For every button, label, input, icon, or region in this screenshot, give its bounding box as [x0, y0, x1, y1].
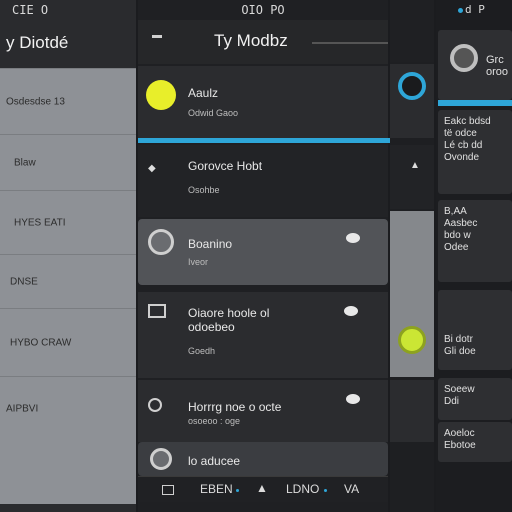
rail-segment	[390, 145, 434, 209]
right-card-line: B,AA	[444, 206, 467, 217]
right-card-line: Aasbec	[444, 218, 478, 229]
bottom-nav-item[interactable]: EBEN	[200, 482, 233, 496]
left-list-item-label: AIPBVI	[6, 403, 39, 414]
page-title: Ty Modbz	[214, 31, 288, 50]
right-card[interactable]: B,AA Aasbec bdo w Odee	[438, 200, 512, 282]
eye-icon[interactable]	[346, 233, 360, 243]
left-list-item[interactable]: HYES EATI	[0, 190, 136, 254]
left-list: Osdesdse 13 Blaw HYES EATI DNSE HYBO CRA…	[0, 68, 136, 504]
list-card[interactable]: lo aducee	[138, 442, 388, 476]
left-panel: CIE O y Diotdé Osdesdse 13 Blaw HYES EAT…	[0, 0, 136, 512]
lime-indicator-icon[interactable]	[398, 326, 426, 354]
card-title: Boanino	[188, 237, 233, 251]
right-card-line: Lé cb dd	[444, 140, 483, 151]
image-icon	[148, 304, 166, 318]
right-status-text: d P	[465, 3, 485, 16]
bottom-nav-item[interactable]: VA	[344, 482, 359, 496]
card-subtitle: Iveor	[188, 257, 209, 267]
left-list-item-label: HYBO CRAW	[10, 337, 72, 348]
right-card-line: Gli doe	[444, 346, 476, 357]
profile-icon	[450, 44, 478, 72]
eye-icon[interactable]	[346, 394, 360, 404]
bottom-nav-item[interactable]: LDNO	[286, 482, 319, 496]
left-app-title: y Diotdé	[6, 33, 69, 52]
accent-divider	[138, 138, 390, 143]
right-card-line: Ddi	[444, 396, 460, 407]
list-card[interactable]: Oiaore hoole ol odoebeo Goedh	[138, 292, 388, 378]
nav-dot	[324, 489, 327, 492]
card-title: Oiaore hoole ol	[188, 306, 270, 320]
left-list-item[interactable]: DNSE	[0, 254, 136, 308]
list-card[interactable]: ◆ Gorovce Hobt Osohbe	[138, 145, 388, 217]
window-icon[interactable]	[162, 485, 174, 495]
app-screen: CIE O y Diotdé Osdesdse 13 Blaw HYES EAT…	[0, 0, 512, 512]
profile-card[interactable]: Grc oroo	[438, 30, 512, 100]
right-card-line: Ovonde	[444, 152, 480, 163]
diamond-icon: ◆	[148, 163, 156, 174]
left-list-item-label: Blaw	[14, 157, 36, 168]
link-icon	[148, 398, 162, 412]
left-status-bar: CIE O	[12, 3, 49, 17]
right-card-line: Soeew	[444, 384, 475, 395]
card-subtitle: Goedh	[188, 346, 216, 356]
up-arrow-icon[interactable]: ▲	[256, 481, 268, 495]
right-status-bar: d P	[436, 0, 512, 20]
round-avatar-icon	[148, 229, 174, 255]
yellow-avatar-icon	[146, 80, 176, 110]
card-title: Aaulz	[188, 86, 219, 100]
left-list-item[interactable]: AIPBVI	[0, 376, 136, 440]
left-list-item[interactable]: HYBO CRAW	[0, 308, 136, 376]
nav-dot	[236, 489, 239, 492]
rail-segment	[390, 380, 434, 442]
side-rail: ▲	[390, 0, 434, 512]
right-card-line: Odee	[444, 242, 469, 253]
wifi-icon	[458, 8, 463, 13]
round-avatar-icon	[150, 448, 172, 470]
main-panel: OIO PO Ty Modbz Aaulz Odwid Gaoo ◆ Gorov…	[138, 0, 388, 512]
rail-segment	[390, 0, 434, 62]
card-subtitle: Odwid Gaoo	[188, 108, 239, 118]
left-list-item-label: Osdesdse 13	[6, 96, 65, 107]
right-card-line: Aoeloc	[444, 428, 475, 439]
app-bar-divider	[312, 42, 388, 44]
left-list-item[interactable]: Blaw	[0, 134, 136, 190]
card-subtitle: Osohbe	[188, 185, 220, 195]
right-card-line: Ebotoe	[444, 440, 476, 451]
right-card[interactable]: Eakc bdsd të odce Lé cb dd Ovonde	[438, 110, 512, 194]
list-card-selected[interactable]: Boanino Iveor	[138, 219, 388, 285]
drop-icon: ▲	[410, 160, 420, 171]
main-app-bar: Ty Modbz	[138, 20, 388, 64]
list-card[interactable]: Aaulz Odwid Gaoo	[138, 66, 388, 138]
menu-icon[interactable]	[152, 35, 162, 38]
right-card-line: bdo w	[444, 230, 471, 241]
left-list-item-label: DNSE	[10, 276, 38, 287]
right-card[interactable]: Bi dotr Gli doe	[438, 290, 512, 370]
right-card-line: Eakc bdsd	[444, 116, 491, 127]
card-title: Horrrg noe o octe	[188, 400, 282, 414]
right-panel: d P Grc oroo Eakc bdsd të odce Lé cb dd …	[436, 0, 512, 512]
main-status-bar: OIO PO	[241, 3, 285, 17]
card-subtitle: osoeoo : oge	[188, 416, 241, 426]
right-card[interactable]: Aoeloc Ebotoe	[438, 422, 512, 462]
right-card[interactable]: Soeew Ddi	[438, 378, 512, 420]
eye-icon[interactable]	[344, 306, 358, 316]
bottom-nav: EBEN ▲ LDNO VA	[138, 476, 388, 502]
right-accent	[438, 100, 512, 106]
card-title-line2: odoebeo	[188, 320, 235, 334]
ring-toggle-icon[interactable]	[398, 72, 426, 100]
card-title: Gorovce Hobt	[188, 159, 263, 173]
right-card-line: Bi dotr	[444, 334, 473, 345]
profile-name: Grc oroo	[486, 54, 509, 78]
left-list-item-label: HYES EATI	[14, 217, 66, 228]
card-title: lo aducee	[188, 454, 241, 468]
list-card[interactable]: Horrrg noe o octe osoeoo : oge	[138, 380, 388, 442]
left-list-item[interactable]: Osdesdse 13	[0, 68, 136, 134]
right-card-line: të odce	[444, 128, 477, 139]
